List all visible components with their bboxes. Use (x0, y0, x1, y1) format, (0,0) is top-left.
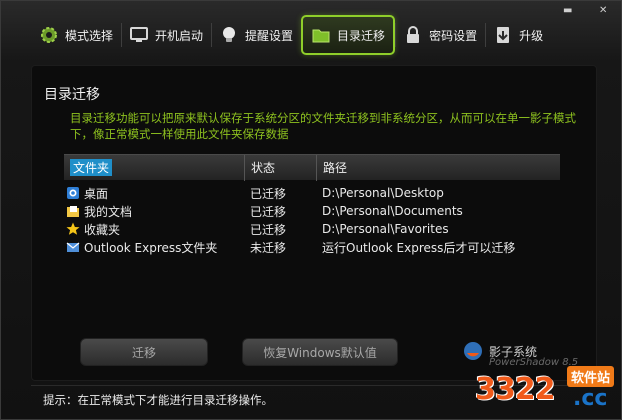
table-header: 文件夹 状态 路径 (64, 154, 560, 181)
tab-bar: 模式选择 开机启动 提醒设置 目录迁移 密码设置 升级 (31, 15, 551, 55)
tab-label: 升级 (519, 28, 544, 43)
tab-reminder[interactable]: 提醒设置 (211, 15, 301, 55)
upgrade-icon (497, 27, 510, 43)
shadow-logo-icon (464, 342, 482, 360)
folder-icon (312, 29, 330, 43)
gear-icon (41, 27, 57, 43)
watermark-number: 3322 (475, 372, 555, 407)
column-header-label: 路径 (323, 161, 348, 175)
minimize-icon[interactable]: ▬ (563, 5, 572, 17)
tab-label: 模式选择 (65, 28, 114, 43)
folder-cell: Outlook Express文件夹 (64, 239, 244, 256)
table-row[interactable]: Outlook Express文件夹 未迁移 运行Outlook Express… (64, 238, 560, 256)
tab-upgrade[interactable]: 升级 (485, 15, 551, 55)
table-row[interactable]: 桌面 已迁移 D:\Personal\Desktop (64, 184, 560, 202)
watermark: 3322 软件站 .cc (475, 364, 622, 420)
folder-cell: 我的文档 (64, 203, 244, 220)
folder-name: 我的文档 (84, 204, 133, 219)
tab-label: 目录迁移 (337, 28, 386, 43)
path-cell: D:\Personal\Documents (322, 204, 463, 218)
path-cell: D:\Personal\Favorites (322, 222, 449, 236)
path-cell: 运行Outlook Express后才可以迁移 (322, 240, 516, 255)
tab-startup[interactable]: 开机启动 (121, 15, 211, 55)
tab-label: 密码设置 (429, 28, 478, 43)
section-title: 目录迁移 (44, 87, 100, 103)
tab-password[interactable]: 密码设置 (395, 15, 485, 55)
column-path[interactable]: 路径 (316, 154, 560, 181)
tab-mode-select[interactable]: 模式选择 (31, 15, 121, 55)
window-controls: ▬ (563, 5, 572, 17)
section-description: 目录迁移功能可以把原来默认保存于系统分区的文件夹迁移到非系统分区，从而可以在单一… (70, 111, 576, 141)
folder-cell: 收藏夹 (64, 221, 244, 238)
table-row[interactable]: 我的文档 已迁移 D:\Personal\Documents (64, 202, 560, 220)
restore-default-button[interactable]: 恢复Windows默认值 (242, 338, 398, 366)
status-cell: 已迁移 (250, 186, 287, 201)
folder-name: 收藏夹 (84, 222, 121, 237)
star-icon (66, 222, 80, 235)
column-status[interactable]: 状态 (244, 154, 316, 181)
status-cell: 未迁移 (250, 240, 287, 255)
column-header-label: 文件夹 (70, 159, 113, 176)
outlook-icon (66, 242, 80, 252)
table-row[interactable]: 收藏夹 已迁移 D:\Personal\Favorites (64, 220, 560, 238)
column-folder[interactable]: 文件夹 (64, 155, 244, 181)
watermark-tag: 软件站 (567, 366, 615, 387)
watermark-domain: .cc (573, 386, 608, 411)
app-window: ▬ ✕ 模式选择 开机启动 提醒设置 目录迁移 密码设置 升级 目录迁移 目录迁… (0, 0, 622, 420)
close-icon[interactable]: ✕ (599, 5, 607, 17)
folder-name: Outlook Express文件夹 (84, 240, 218, 255)
table-body: 桌面 已迁移 D:\Personal\Desktop 我的文档 已迁移 D:\P… (64, 180, 560, 256)
desktop-icon (67, 187, 79, 199)
tab-label: 开机启动 (155, 28, 204, 43)
folder-table: 文件夹 状态 路径 桌面 已迁移 D:\Personal\Desktop 我的文… (64, 154, 560, 256)
tab-directory-migration[interactable]: 目录迁移 (301, 15, 396, 55)
path-cell: D:\Personal\Desktop (322, 186, 444, 200)
hint-text: 提示：在正常模式下才能进行目录迁移操作。 (43, 393, 273, 407)
folder-cell: 桌面 (64, 185, 244, 202)
content-panel: 目录迁移 目录迁移功能可以把原来默认保存于系统分区的文件夹迁移到非系统分区，从而… (31, 65, 597, 381)
monitor-icon (130, 27, 149, 42)
window-close: ✕ (599, 5, 607, 17)
lock-icon (407, 26, 420, 43)
migrate-button[interactable]: 迁移 (80, 338, 208, 366)
status-cell: 已迁移 (250, 204, 287, 219)
documents-icon (67, 206, 79, 217)
status-cell: 已迁移 (250, 222, 287, 237)
column-header-label: 状态 (251, 161, 276, 175)
tab-label: 提醒设置 (245, 28, 294, 43)
bulb-icon (223, 27, 236, 42)
folder-name: 桌面 (84, 186, 109, 201)
